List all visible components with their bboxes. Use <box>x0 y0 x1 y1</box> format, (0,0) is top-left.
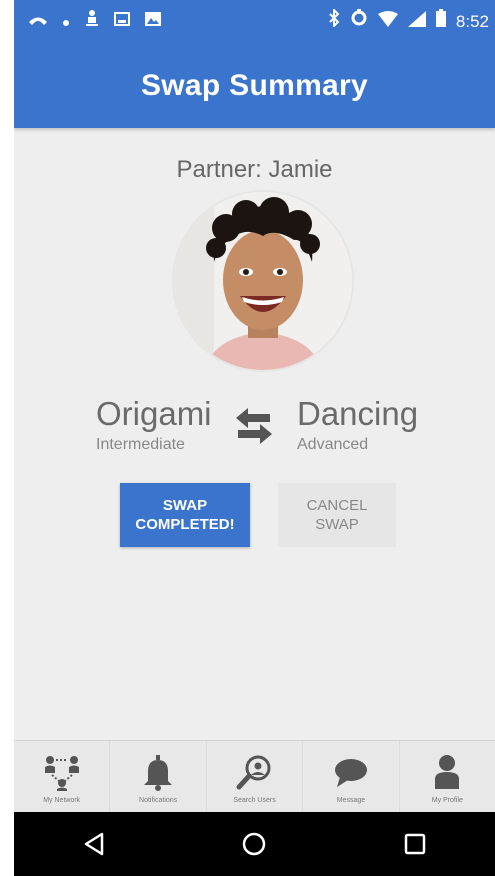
cancel-swap-label-line1: CANCEL <box>306 497 368 514</box>
nav-label: Notifications <box>139 797 178 804</box>
nav-item-message[interactable]: Message <box>303 741 400 813</box>
nav-label: Message <box>336 797 366 804</box>
sync-icon <box>350 8 368 36</box>
home-icon <box>243 832 266 856</box>
search-icon <box>236 755 271 790</box>
partner-avatar <box>172 190 354 372</box>
offered-skill-name: Origami <box>96 395 212 432</box>
phone-icon <box>28 8 48 36</box>
swap-completed-button[interactable]: SWAP COMPLETED! <box>120 483 250 547</box>
offered-skill: Origami Intermediate <box>96 394 212 454</box>
cancel-swap-button[interactable]: CANCEL SWAP <box>278 483 396 547</box>
bluetooth-icon <box>328 7 340 36</box>
status-right-icons: 8:52 <box>328 7 489 36</box>
requested-skill: Dancing Advanced <box>297 394 418 454</box>
chat-icon <box>334 759 367 787</box>
page-title: Swap Summary <box>140 69 369 102</box>
swap-completed-label-line2: COMPLETED! <box>135 516 235 533</box>
system-nav-bar <box>14 812 495 876</box>
home-button[interactable] <box>224 820 284 868</box>
requested-skill-name: Dancing <box>297 395 419 432</box>
cancel-swap-label-line2: SWAP <box>315 516 359 533</box>
bottom-nav: My Network Notifications Search Users Me… <box>14 740 495 813</box>
app-bar: Swap Summary <box>14 44 495 128</box>
nav-label: My Profile <box>431 797 463 804</box>
phone-screen: 8:52 Swap Summary Partner: Jamie Origami… <box>14 0 495 876</box>
signal-icon <box>407 8 426 36</box>
nav-item-my-profile[interactable]: My Profile <box>400 741 495 813</box>
swap-arrows-icon <box>232 404 276 448</box>
nav-label: My Network <box>43 797 81 804</box>
recents-button[interactable] <box>385 820 445 868</box>
wifi-icon <box>377 8 398 36</box>
requested-skill-level: Advanced <box>297 436 369 453</box>
people-icon <box>84 8 100 36</box>
battery-icon <box>435 8 446 36</box>
dot-icon <box>62 8 70 36</box>
back-button[interactable] <box>64 820 124 868</box>
back-icon <box>84 832 104 856</box>
nav-item-search-users[interactable]: Search Users <box>207 741 304 813</box>
network-icon <box>44 756 79 791</box>
status-left-icons <box>28 8 162 36</box>
swap-completed-label-line1: SWAP <box>162 497 208 514</box>
nav-label: Search Users <box>233 797 276 804</box>
bell-icon <box>144 755 173 791</box>
person-icon <box>435 755 460 789</box>
status-bar: 8:52 <box>14 0 495 44</box>
nav-item-my-network[interactable]: My Network <box>14 741 111 813</box>
nav-item-notifications[interactable]: Notifications <box>110 741 207 813</box>
status-time: 8:52 <box>455 12 489 31</box>
offered-skill-level: Intermediate <box>96 436 185 453</box>
image-icon <box>114 8 130 36</box>
partner-label: Partner: Jamie <box>176 156 333 183</box>
photo-icon <box>144 8 162 36</box>
recents-icon <box>404 833 426 855</box>
